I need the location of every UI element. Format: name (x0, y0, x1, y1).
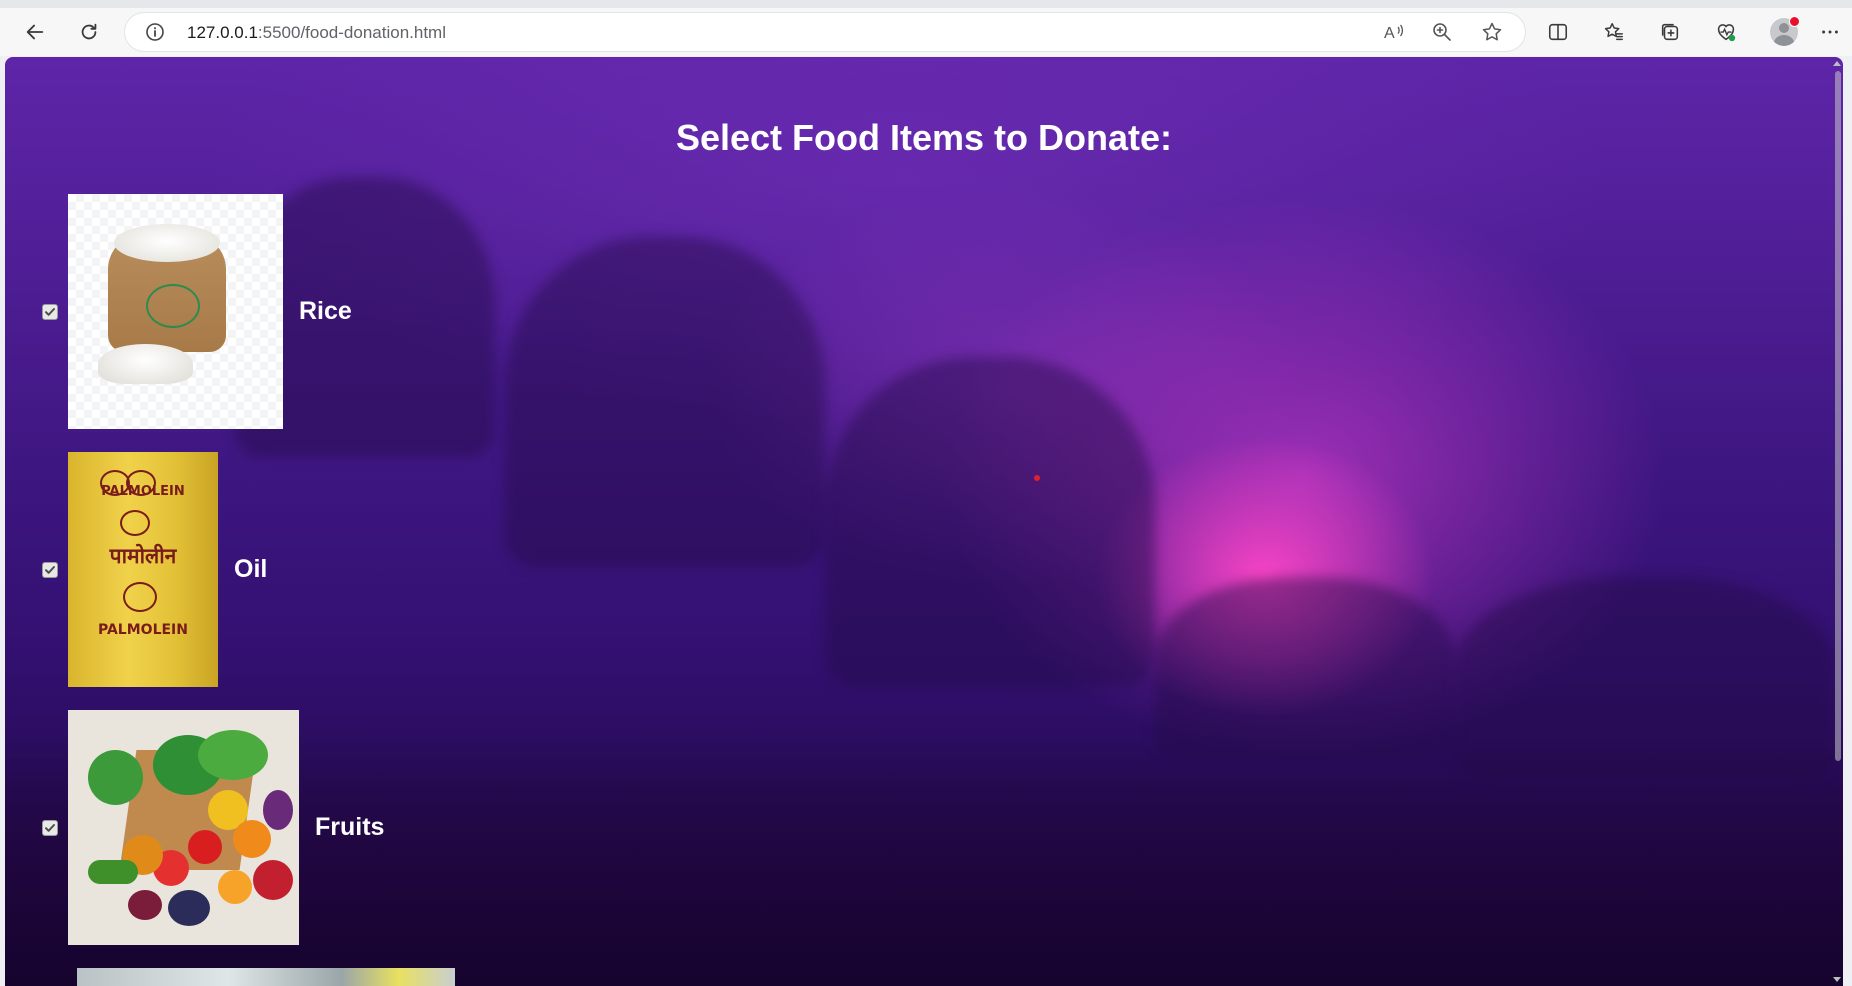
rice-label: Rice (299, 297, 352, 325)
page-viewport: Select Food Items to Donate: Rice PALMOL… (5, 57, 1843, 986)
back-button[interactable] (17, 14, 53, 50)
more-options-button[interactable] (1812, 14, 1848, 50)
background-tree (1155, 577, 1455, 757)
food-item-oil[interactable]: PALMOLEIN पामोलीन PALMOLEIN Oil (42, 452, 267, 687)
browser-essentials-button[interactable] (1708, 14, 1744, 50)
favorite-star-icon[interactable] (1481, 21, 1503, 43)
split-screen-icon (1548, 23, 1568, 41)
oil-pack-text-bottom: PALMOLEIN (98, 622, 188, 638)
browser-essentials-icon (1717, 24, 1736, 42)
split-screen-button[interactable] (1540, 14, 1576, 50)
fruits-checkbox[interactable] (42, 819, 58, 836)
oil-pack-text-top: PALMOLEIN (101, 484, 185, 499)
browser-toolbar: 127.0.0.1:5500/food-donation.html A (0, 8, 1852, 56)
notification-dot (1789, 16, 1800, 27)
scroll-up-icon[interactable] (1833, 61, 1841, 66)
cursor-dot (1034, 475, 1040, 481)
oil-label: Oil (234, 555, 268, 583)
rice-checkbox[interactable] (42, 303, 58, 320)
scroll-down-icon[interactable] (1833, 977, 1841, 982)
collections-button[interactable] (1652, 14, 1688, 50)
profile-avatar[interactable] (1767, 15, 1801, 49)
reload-button[interactable] (71, 14, 107, 50)
favorites-icon (1604, 23, 1623, 41)
address-bar[interactable]: 127.0.0.1:5500/food-donation.html A (125, 13, 1525, 51)
collections-icon (1661, 23, 1679, 41)
more-options-icon (1822, 30, 1838, 34)
url-text[interactable]: 127.0.0.1:5500/food-donation.html (187, 23, 446, 43)
favorites-button[interactable] (1596, 14, 1632, 50)
fruits-image (68, 710, 299, 945)
oil-image: PALMOLEIN पामोलीन PALMOLEIN (68, 452, 218, 687)
page-title: Select Food Items to Donate: (675, 117, 1173, 158)
svg-text:A: A (1384, 25, 1395, 42)
food-item-rice[interactable]: Rice (42, 194, 352, 429)
page-scrollbar[interactable] (1831, 57, 1843, 986)
url-host: 127.0.0.1 (187, 23, 258, 42)
info-icon[interactable] (145, 22, 165, 42)
zoom-icon[interactable] (1431, 21, 1453, 43)
url-path: :5500/food-donation.html (257, 23, 446, 42)
background-tree (825, 357, 1155, 687)
food-item-fruits[interactable]: Fruits (42, 710, 384, 945)
food-item-4-image-partial (77, 968, 455, 986)
reload-icon (81, 23, 97, 40)
read-aloud-icon[interactable]: A (1383, 21, 1405, 43)
scroll-thumb[interactable] (1835, 71, 1841, 761)
background-tree (505, 237, 825, 567)
oil-pack-text-middle: पामोलीन (109, 544, 177, 568)
back-arrow-icon (26, 24, 44, 40)
fruits-label: Fruits (315, 813, 385, 841)
oil-checkbox[interactable] (42, 561, 58, 578)
rice-image (68, 194, 283, 429)
